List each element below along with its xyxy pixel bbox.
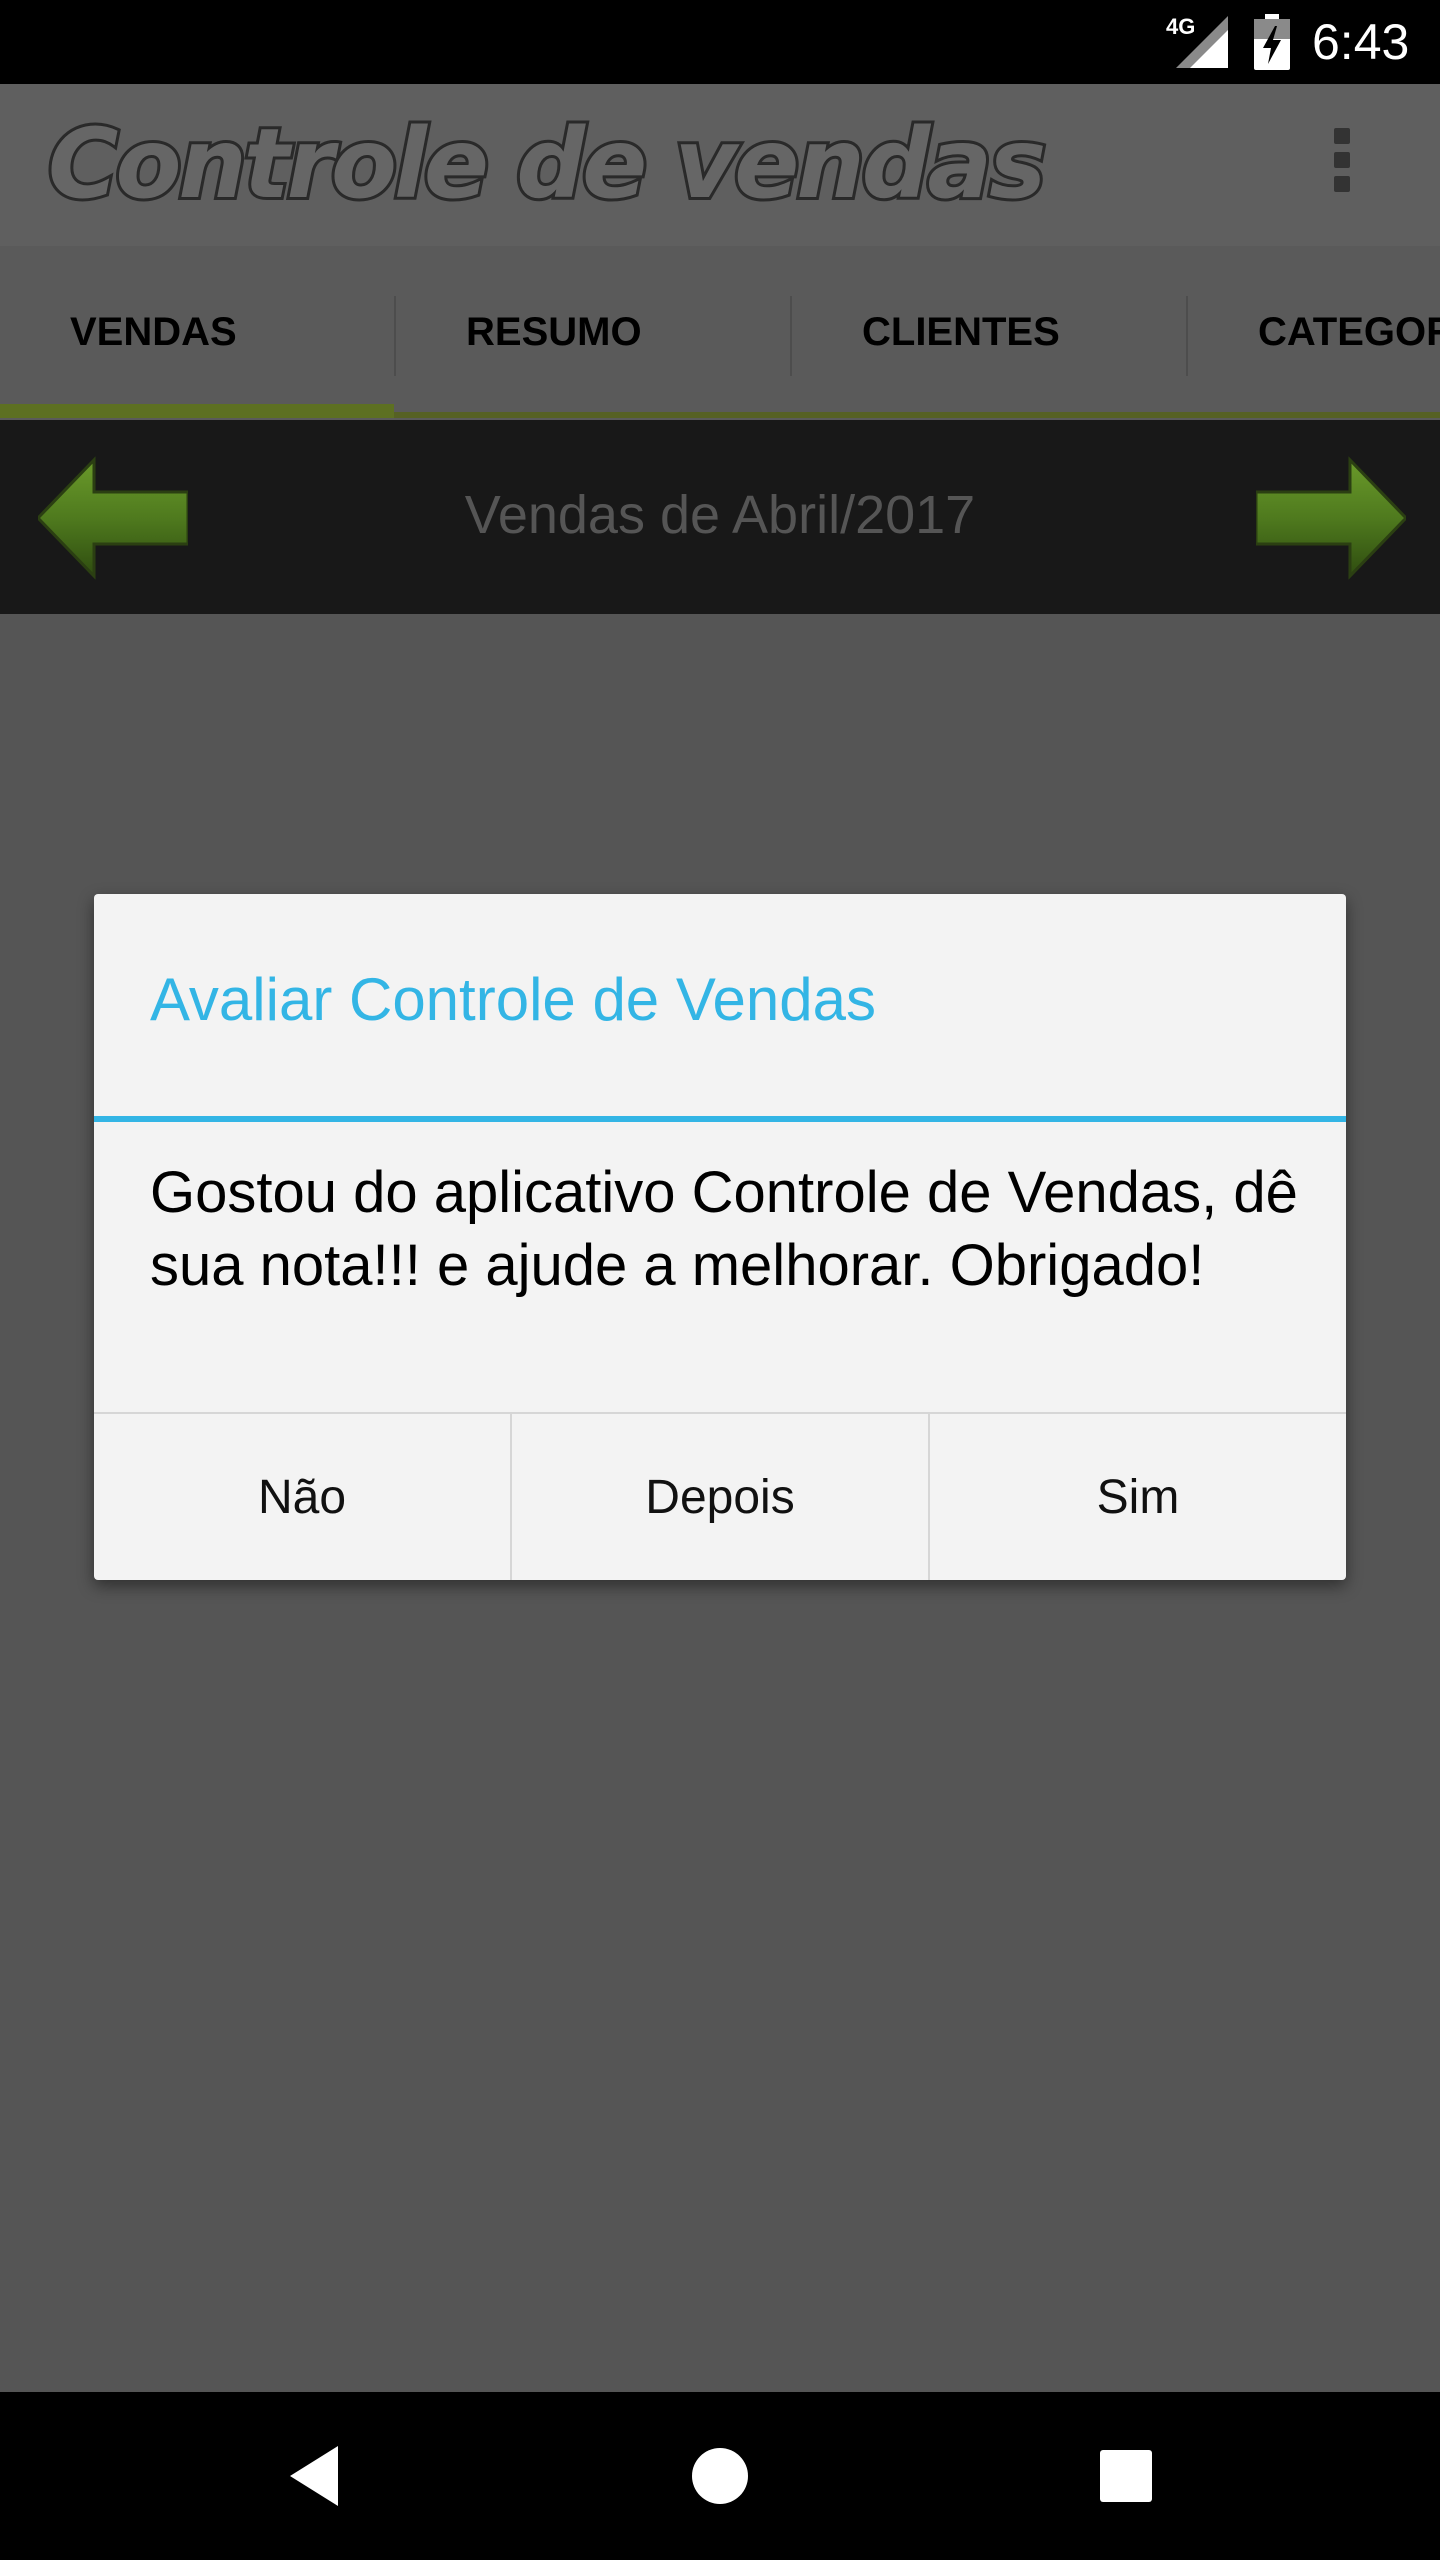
status-bar: 4G 6:43 [0,0,1440,84]
month-title: Vendas de Abril/2017 [464,485,976,545]
arrow-right-icon[interactable] [1256,456,1406,580]
tab-label: CATEGOR [1258,310,1440,354]
month-navigation: Vendas de Abril/2017 [0,420,1440,614]
tab-clientes[interactable]: CLIENTES [792,246,1188,420]
tab-label: CLIENTES [862,310,1060,354]
system-nav-bar [0,2392,1440,2560]
dialog-message: Gostou do aplicativo Controle de Vendas,… [150,1160,1298,1298]
tab-label: VENDAS [70,310,237,354]
app-bar: Controle de vendas [0,84,1440,246]
no-button[interactable]: Não [94,1414,512,1580]
yes-button[interactable]: Sim [930,1414,1346,1580]
tab-resumo[interactable]: RESUMO [396,246,792,420]
battery-charging-icon [1254,14,1290,70]
tab-bar: VENDAS RESUMO CLIENTES CATEGOR [0,246,1440,420]
rate-app-dialog: Avaliar Controle de Vendas Gostou do apl… [94,894,1346,1580]
signal-icon [1176,16,1228,68]
active-tab-indicator [0,404,394,418]
dialog-button-bar: Não Depois Sim [94,1412,1346,1580]
recents-icon[interactable] [1086,2436,1166,2516]
home-icon[interactable] [680,2436,760,2516]
app-title-logo: Controle de vendas [45,105,1049,223]
more-vert-icon[interactable] [1322,128,1362,208]
clock: 6:43 [1312,14,1410,70]
later-button[interactable]: Depois [512,1414,930,1580]
dialog-title: Avaliar Controle de Vendas [150,966,877,1033]
app-screen: 4G 6:43 Controle de vendas VENDAS RESUMO [0,0,1440,2560]
dialog-title-divider [94,1116,1346,1122]
tab-vendas[interactable]: VENDAS [0,246,396,420]
back-icon[interactable] [276,2436,356,2516]
tab-categorias[interactable]: CATEGOR [1188,246,1440,420]
tab-label: RESUMO [466,310,642,354]
